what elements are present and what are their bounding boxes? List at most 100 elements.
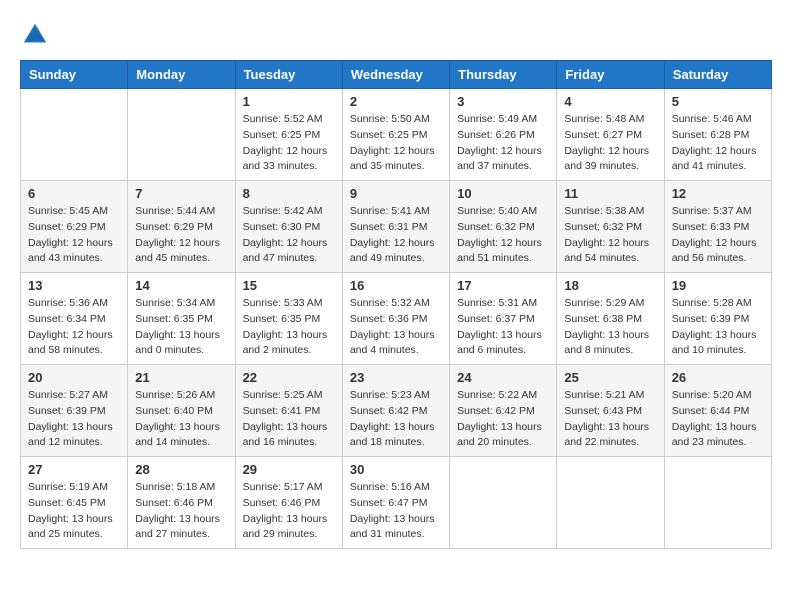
day-number: 21 [135, 370, 227, 385]
day-number: 27 [28, 462, 120, 477]
day-info: Sunrise: 5:49 AM Sunset: 6:26 PM Dayligh… [457, 112, 549, 175]
day-number: 23 [350, 370, 442, 385]
calendar-cell: 1 Sunrise: 5:52 AM Sunset: 6:25 PM Daylig… [235, 89, 342, 181]
day-info: Sunrise: 5:52 AM Sunset: 6:25 PM Dayligh… [243, 112, 335, 175]
logo-icon [20, 20, 50, 50]
calendar-cell: 29Sunrise: 5:17 AM Sunset: 6:46 PM Dayli… [235, 457, 342, 549]
day-info: Sunrise: 5:20 AM Sunset: 6:44 PM Dayligh… [672, 388, 764, 451]
calendar-cell: 27 Sunrise: 5:19 AM Sunset: 6:45 PM Dayli… [21, 457, 128, 549]
calendar-cell: 30 Sunrise: 5:16 AM Sunset: 6:47 PM Dayli… [342, 457, 449, 549]
calendar-cell: 6Sunrise: 5:45 AM Sunset: 6:29 PM Daylig… [21, 181, 128, 273]
day-number: 12 [672, 186, 764, 201]
day-info: Sunrise: 5:42 AM Sunset: 6:30 PM Dayligh… [243, 204, 335, 267]
day-number: 3 [457, 94, 549, 109]
day-info: Sunrise: 5:26 AM Sunset: 6:40 PM Dayligh… [135, 388, 227, 451]
calendar-week-row: 1 Sunrise: 5:52 AM Sunset: 6:25 PM Daylig… [21, 89, 772, 181]
calendar-cell: 23Sunrise: 5:23 AM Sunset: 6:42 PM Dayli… [342, 365, 449, 457]
day-number: 14 [135, 278, 227, 293]
day-info: Sunrise: 5:29 AM Sunset: 6:38 PM Dayligh… [564, 296, 656, 359]
calendar-cell [21, 89, 128, 181]
calendar-cell: 12 Sunrise: 5:37 AM Sunset: 6:33 PM Dayli… [664, 181, 771, 273]
calendar-header-row: SundayMondayTuesdayWednesdayThursdayFrid… [21, 61, 772, 89]
day-number: 7 [135, 186, 227, 201]
calendar-cell: 19Sunrise: 5:28 AM Sunset: 6:39 PM Dayli… [664, 273, 771, 365]
calendar-week-row: 6Sunrise: 5:45 AM Sunset: 6:29 PM Daylig… [21, 181, 772, 273]
calendar-cell: 26 Sunrise: 5:20 AM Sunset: 6:44 PM Dayli… [664, 365, 771, 457]
day-number: 4 [564, 94, 656, 109]
calendar-cell: 8 Sunrise: 5:42 AM Sunset: 6:30 PM Daylig… [235, 181, 342, 273]
calendar-cell: 15 Sunrise: 5:33 AM Sunset: 6:35 PM Dayli… [235, 273, 342, 365]
calendar-cell: 11 Sunrise: 5:38 AM Sunset: 6:32 PM Dayli… [557, 181, 664, 273]
calendar-body: 1 Sunrise: 5:52 AM Sunset: 6:25 PM Daylig… [21, 89, 772, 549]
calendar-week-row: 13 Sunrise: 5:36 AM Sunset: 6:34 PM Dayli… [21, 273, 772, 365]
calendar-cell: 14Sunrise: 5:34 AM Sunset: 6:35 PM Dayli… [128, 273, 235, 365]
day-number: 25 [564, 370, 656, 385]
calendar-cell: 4Sunrise: 5:48 AM Sunset: 6:27 PM Daylig… [557, 89, 664, 181]
day-info: Sunrise: 5:36 AM Sunset: 6:34 PM Dayligh… [28, 296, 120, 359]
day-info: Sunrise: 5:32 AM Sunset: 6:36 PM Dayligh… [350, 296, 442, 359]
day-of-week-header: Monday [128, 61, 235, 89]
day-info: Sunrise: 5:18 AM Sunset: 6:46 PM Dayligh… [135, 480, 227, 543]
day-number: 26 [672, 370, 764, 385]
calendar-cell [450, 457, 557, 549]
calendar-cell: 5 Sunrise: 5:46 AM Sunset: 6:28 PM Daylig… [664, 89, 771, 181]
day-of-week-header: Sunday [21, 61, 128, 89]
logo [20, 20, 52, 50]
day-number: 16 [350, 278, 442, 293]
day-info: Sunrise: 5:19 AM Sunset: 6:45 PM Dayligh… [28, 480, 120, 543]
calendar-cell: 3 Sunrise: 5:49 AM Sunset: 6:26 PM Daylig… [450, 89, 557, 181]
calendar-cell [664, 457, 771, 549]
day-number: 30 [350, 462, 442, 477]
calendar-cell [557, 457, 664, 549]
calendar-cell: 10 Sunrise: 5:40 AM Sunset: 6:32 PM Dayli… [450, 181, 557, 273]
calendar-cell: 13 Sunrise: 5:36 AM Sunset: 6:34 PM Dayli… [21, 273, 128, 365]
calendar-cell: 21 Sunrise: 5:26 AM Sunset: 6:40 PM Dayli… [128, 365, 235, 457]
day-number: 11 [564, 186, 656, 201]
day-info: Sunrise: 5:22 AM Sunset: 6:42 PM Dayligh… [457, 388, 549, 451]
day-of-week-header: Wednesday [342, 61, 449, 89]
calendar-cell: 9Sunrise: 5:41 AM Sunset: 6:31 PM Daylig… [342, 181, 449, 273]
day-number: 28 [135, 462, 227, 477]
day-number: 5 [672, 94, 764, 109]
day-info: Sunrise: 5:40 AM Sunset: 6:32 PM Dayligh… [457, 204, 549, 267]
page-header [20, 20, 772, 50]
calendar-cell: 17 Sunrise: 5:31 AM Sunset: 6:37 PM Dayli… [450, 273, 557, 365]
day-number: 19 [672, 278, 764, 293]
calendar-cell: 2 Sunrise: 5:50 AM Sunset: 6:25 PM Daylig… [342, 89, 449, 181]
calendar-table: SundayMondayTuesdayWednesdayThursdayFrid… [20, 60, 772, 549]
day-info: Sunrise: 5:25 AM Sunset: 6:41 PM Dayligh… [243, 388, 335, 451]
day-of-week-header: Saturday [664, 61, 771, 89]
day-number: 20 [28, 370, 120, 385]
day-info: Sunrise: 5:45 AM Sunset: 6:29 PM Dayligh… [28, 204, 120, 267]
day-of-week-header: Thursday [450, 61, 557, 89]
day-number: 9 [350, 186, 442, 201]
calendar-cell: 22Sunrise: 5:25 AM Sunset: 6:41 PM Dayli… [235, 365, 342, 457]
day-number: 8 [243, 186, 335, 201]
day-info: Sunrise: 5:44 AM Sunset: 6:29 PM Dayligh… [135, 204, 227, 267]
day-info: Sunrise: 5:37 AM Sunset: 6:33 PM Dayligh… [672, 204, 764, 267]
day-number: 1 [243, 94, 335, 109]
day-number: 17 [457, 278, 549, 293]
day-info: Sunrise: 5:31 AM Sunset: 6:37 PM Dayligh… [457, 296, 549, 359]
day-info: Sunrise: 5:46 AM Sunset: 6:28 PM Dayligh… [672, 112, 764, 175]
calendar-week-row: 20Sunrise: 5:27 AM Sunset: 6:39 PM Dayli… [21, 365, 772, 457]
day-of-week-header: Friday [557, 61, 664, 89]
day-number: 18 [564, 278, 656, 293]
calendar-cell: 28 Sunrise: 5:18 AM Sunset: 6:46 PM Dayli… [128, 457, 235, 549]
day-number: 2 [350, 94, 442, 109]
calendar-cell: 25Sunrise: 5:21 AM Sunset: 6:43 PM Dayli… [557, 365, 664, 457]
calendar-cell: 20Sunrise: 5:27 AM Sunset: 6:39 PM Dayli… [21, 365, 128, 457]
calendar-cell: 7 Sunrise: 5:44 AM Sunset: 6:29 PM Daylig… [128, 181, 235, 273]
day-info: Sunrise: 5:33 AM Sunset: 6:35 PM Dayligh… [243, 296, 335, 359]
day-number: 13 [28, 278, 120, 293]
calendar-cell [128, 89, 235, 181]
calendar-cell: 16 Sunrise: 5:32 AM Sunset: 6:36 PM Dayli… [342, 273, 449, 365]
day-info: Sunrise: 5:16 AM Sunset: 6:47 PM Dayligh… [350, 480, 442, 543]
calendar-week-row: 27 Sunrise: 5:19 AM Sunset: 6:45 PM Dayli… [21, 457, 772, 549]
day-info: Sunrise: 5:50 AM Sunset: 6:25 PM Dayligh… [350, 112, 442, 175]
day-info: Sunrise: 5:38 AM Sunset: 6:32 PM Dayligh… [564, 204, 656, 267]
day-number: 10 [457, 186, 549, 201]
calendar-cell: 24Sunrise: 5:22 AM Sunset: 6:42 PM Dayli… [450, 365, 557, 457]
day-number: 15 [243, 278, 335, 293]
day-info: Sunrise: 5:17 AM Sunset: 6:46 PM Dayligh… [243, 480, 335, 543]
